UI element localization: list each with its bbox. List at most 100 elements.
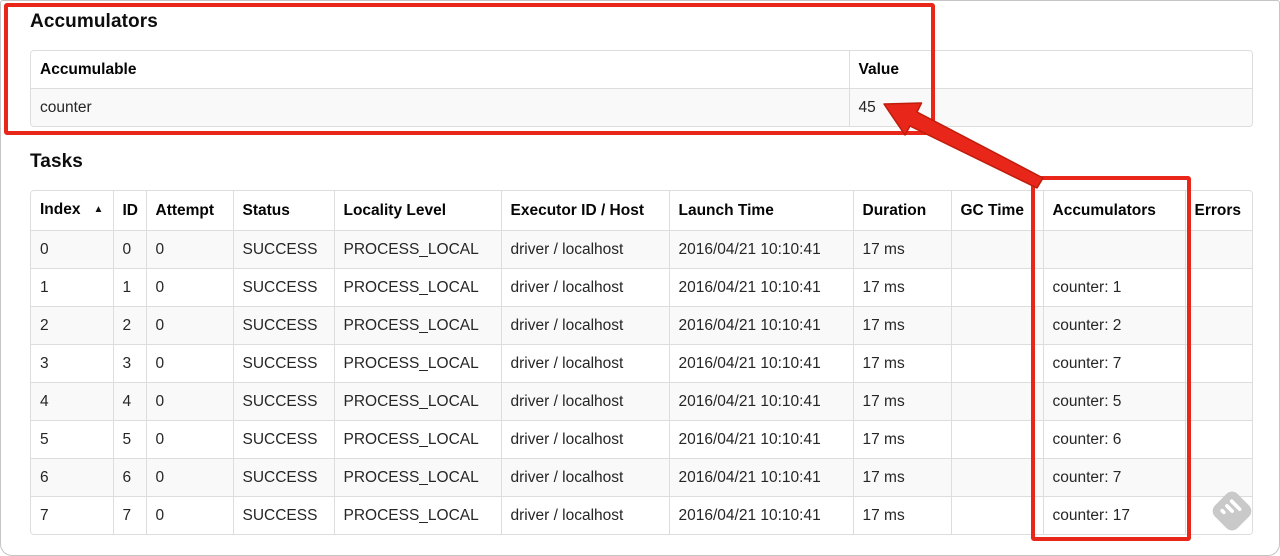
accumulable-row-0: counter 45 xyxy=(31,88,1252,126)
task-cell-executor-id-host: driver / localhost xyxy=(501,420,670,459)
accumulable-cell-value: 45 xyxy=(849,88,1252,126)
task-cell-status: SUCCESS xyxy=(233,344,335,383)
task-cell-duration: 17 ms xyxy=(853,496,952,534)
accumulators-heading: Accumulators xyxy=(30,11,158,32)
tasks-table-body: 0 0 0 SUCCESS PROCESS_LOCAL driver / localhos… xyxy=(31,230,1252,534)
task-cell-errors xyxy=(1185,458,1252,497)
accumulable-cell-accumulable: counter xyxy=(31,88,850,126)
task-col-header-duration[interactable]: Duration xyxy=(853,191,952,231)
task-cell-launch-time: 2016/04/21 10:10:41 xyxy=(669,344,854,383)
task-cell-status: SUCCESS xyxy=(233,268,335,307)
task-cell-accumulators: counter: 6 xyxy=(1043,420,1186,459)
tasks-heading: Tasks xyxy=(30,151,83,172)
task-cell-launch-time: 2016/04/21 10:10:41 xyxy=(669,458,854,497)
task-col-header-locality-level[interactable]: Locality Level xyxy=(334,191,502,231)
task-cell-id: 0 xyxy=(113,230,147,269)
task-cell-launch-time: 2016/04/21 10:10:41 xyxy=(669,382,854,421)
task-cell-gc-time xyxy=(951,382,1044,421)
task-cell-gc-time xyxy=(951,306,1044,345)
task-cell-locality-level: PROCESS_LOCAL xyxy=(334,230,502,269)
task-cell-attempt: 0 xyxy=(146,230,234,269)
task-cell-executor-id-host: driver / localhost xyxy=(501,344,670,383)
task-cell-duration: 17 ms xyxy=(853,420,952,459)
task-cell-launch-time: 2016/04/21 10:10:41 xyxy=(669,420,854,459)
task-cell-duration: 17 ms xyxy=(853,458,952,497)
task-cell-id: 4 xyxy=(113,382,147,421)
accumulable-col-header-accumulable[interactable]: Accumulable xyxy=(31,51,850,89)
task-cell-launch-time: 2016/04/21 10:10:41 xyxy=(669,496,854,534)
task-col-header-attempt[interactable]: Attempt xyxy=(146,191,234,231)
task-col-header-launch-time[interactable]: Launch Time xyxy=(669,191,854,231)
task-row-1: 1 1 0 SUCCESS PROCESS_LOCAL driver / localhos… xyxy=(31,268,1252,307)
tasks-table: Index ▲ ID Attempt Status Locality Level Execu… xyxy=(30,190,1253,535)
task-cell-status: SUCCESS xyxy=(233,496,335,534)
task-col-header-id[interactable]: ID xyxy=(113,191,147,231)
task-cell-gc-time xyxy=(951,496,1044,534)
task-cell-launch-time: 2016/04/21 10:10:41 xyxy=(669,306,854,345)
task-cell-index: 6 xyxy=(31,458,114,497)
task-row-0: 0 0 0 SUCCESS PROCESS_LOCAL driver / localhos… xyxy=(31,230,1252,269)
task-row-4: 4 4 0 SUCCESS PROCESS_LOCAL driver / localhos… xyxy=(31,382,1252,421)
task-cell-attempt: 0 xyxy=(146,458,234,497)
task-cell-errors xyxy=(1185,496,1252,534)
task-cell-index: 4 xyxy=(31,382,114,421)
task-cell-launch-time: 2016/04/21 10:10:41 xyxy=(669,230,854,269)
task-cell-duration: 17 ms xyxy=(853,230,952,269)
task-cell-errors xyxy=(1185,420,1252,459)
task-cell-id: 7 xyxy=(113,496,147,534)
task-cell-launch-time: 2016/04/21 10:10:41 xyxy=(669,268,854,307)
task-cell-accumulators: counter: 7 xyxy=(1043,458,1186,497)
task-col-header-gc-time[interactable]: GC Time xyxy=(951,191,1044,231)
task-cell-id: 1 xyxy=(113,268,147,307)
task-cell-executor-id-host: driver / localhost xyxy=(501,496,670,534)
task-row-2: 2 2 0 SUCCESS PROCESS_LOCAL driver / localhos… xyxy=(31,306,1252,345)
task-cell-index: 3 xyxy=(31,344,114,383)
task-cell-attempt: 0 xyxy=(146,420,234,459)
task-cell-executor-id-host: driver / localhost xyxy=(501,458,670,497)
task-cell-locality-level: PROCESS_LOCAL xyxy=(334,382,502,421)
task-col-header-accumulators[interactable]: Accumulators xyxy=(1043,191,1186,231)
task-cell-status: SUCCESS xyxy=(233,420,335,459)
task-cell-id: 3 xyxy=(113,344,147,383)
task-cell-accumulators: counter: 1 xyxy=(1043,268,1186,307)
task-row-5: 5 5 0 SUCCESS PROCESS_LOCAL driver / localhos… xyxy=(31,420,1252,459)
task-cell-duration: 17 ms xyxy=(853,268,952,307)
task-cell-gc-time xyxy=(951,458,1044,497)
task-row-6: 6 6 0 SUCCESS PROCESS_LOCAL driver / localhos… xyxy=(31,458,1252,497)
task-cell-errors xyxy=(1185,306,1252,345)
task-cell-accumulators: counter: 17 xyxy=(1043,496,1186,534)
task-cell-accumulators: counter: 5 xyxy=(1043,382,1186,421)
task-cell-id: 6 xyxy=(113,458,147,497)
task-cell-locality-level: PROCESS_LOCAL xyxy=(334,420,502,459)
task-cell-executor-id-host: driver / localhost xyxy=(501,306,670,345)
task-col-header-status[interactable]: Status xyxy=(233,191,335,231)
task-row-3: 3 3 0 SUCCESS PROCESS_LOCAL driver / localhos… xyxy=(31,344,1252,383)
task-cell-id: 2 xyxy=(113,306,147,345)
task-col-header-executor-id-host[interactable]: Executor ID / Host xyxy=(501,191,670,231)
accumulators-table: Accumulable Value counter 45 xyxy=(30,50,1253,127)
task-cell-locality-level: PROCESS_LOCAL xyxy=(334,306,502,345)
task-cell-status: SUCCESS xyxy=(233,458,335,497)
task-cell-duration: 17 ms xyxy=(853,344,952,383)
task-cell-accumulators xyxy=(1043,230,1186,269)
task-cell-duration: 17 ms xyxy=(853,306,952,345)
task-cell-index: 2 xyxy=(31,306,114,345)
tasks-header-row: Index ▲ ID Attempt Status Locality Level Execu… xyxy=(31,191,1252,231)
task-col-header-errors[interactable]: Errors xyxy=(1185,191,1252,231)
task-col-header-index[interactable]: Index ▲ xyxy=(31,191,114,231)
accumulable-col-header-value[interactable]: Value xyxy=(849,51,1252,89)
task-row-7: 7 7 0 SUCCESS PROCESS_LOCAL driver / localhos… xyxy=(31,496,1252,534)
task-cell-gc-time xyxy=(951,420,1044,459)
task-cell-errors xyxy=(1185,268,1252,307)
task-cell-index: 0 xyxy=(31,230,114,269)
task-cell-executor-id-host: driver / localhost xyxy=(501,230,670,269)
task-cell-errors xyxy=(1185,382,1252,421)
task-cell-gc-time xyxy=(951,268,1044,307)
accumulators-header-row: Accumulable Value xyxy=(31,51,1252,89)
accumulators-table-body: counter 45 xyxy=(31,88,1252,126)
task-cell-attempt: 0 xyxy=(146,496,234,534)
task-cell-index: 5 xyxy=(31,420,114,459)
task-cell-attempt: 0 xyxy=(146,306,234,345)
task-cell-locality-level: PROCESS_LOCAL xyxy=(334,268,502,307)
task-cell-errors xyxy=(1185,344,1252,383)
